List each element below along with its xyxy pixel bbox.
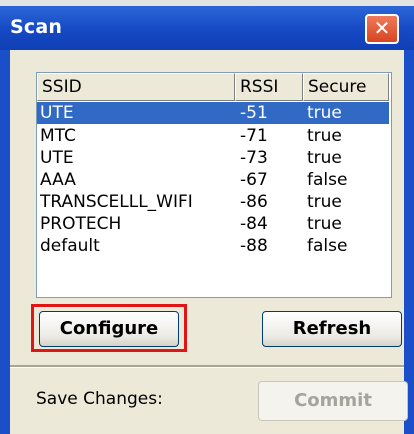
list-row[interactable]: TRANSCELLL_WIFI -86 true [37, 191, 389, 213]
cell-rssi: -51 [240, 103, 268, 123]
list-row[interactable]: AAA -67 false [37, 169, 389, 191]
window-border-left [0, 50, 10, 434]
cell-ssid: MTC [40, 126, 76, 146]
list-header: SSID RSSI Secure [37, 73, 391, 101]
cell-secure: true [307, 103, 342, 123]
cell-ssid: TRANSCELLL_WIFI [40, 192, 193, 212]
save-changes-label: Save Changes: [36, 389, 163, 409]
cell-ssid: PROTECH [40, 214, 122, 234]
cell-secure: false [307, 170, 348, 190]
cell-secure: true [307, 148, 342, 168]
cell-rssi: -84 [240, 214, 268, 234]
list-row[interactable]: MTC -71 true [37, 125, 389, 147]
window-border-right [404, 50, 414, 434]
column-header-ssid[interactable]: SSID [37, 73, 235, 101]
close-button[interactable]: ✕ [365, 14, 399, 44]
list-row[interactable]: default -88 false [37, 235, 389, 257]
cell-rssi: -88 [240, 236, 268, 256]
window-title: Scan [10, 16, 63, 38]
cell-rssi: -67 [240, 170, 268, 190]
refresh-button[interactable]: Refresh [262, 311, 402, 347]
cell-rssi: -71 [240, 126, 268, 146]
network-list[interactable]: SSID RSSI Secure UTE -51 true MTC -71 tr… [36, 72, 392, 298]
list-row[interactable]: PROTECH -84 true [37, 213, 389, 235]
highlight-annotation [31, 304, 187, 352]
column-header-rssi[interactable]: RSSI [235, 73, 303, 101]
title-bar: Scan ✕ [0, 6, 414, 51]
commit-button[interactable]: Commit [258, 381, 408, 421]
cell-secure: true [307, 126, 342, 146]
cell-ssid: default [40, 236, 100, 256]
cell-rssi: -73 [240, 148, 268, 168]
cell-secure: true [307, 214, 342, 234]
divider [10, 365, 404, 368]
cell-ssid: UTE [40, 148, 74, 168]
cell-ssid: AAA [40, 170, 76, 190]
cell-rssi: -86 [240, 192, 268, 212]
list-row[interactable]: UTE -73 true [37, 147, 389, 169]
cell-ssid: UTE [40, 103, 74, 123]
close-icon: ✕ [373, 16, 391, 40]
column-header-secure[interactable]: Secure [303, 73, 389, 101]
cell-secure: true [307, 192, 342, 212]
list-row[interactable]: UTE -51 true [37, 102, 389, 124]
cell-secure: false [307, 236, 348, 256]
